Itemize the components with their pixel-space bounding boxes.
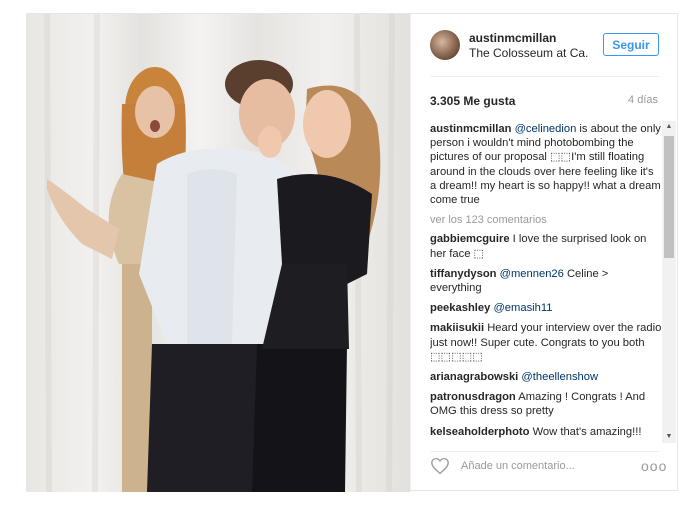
list-item: makiisukii Heard your interview over the… <box>430 321 662 364</box>
comments-list: austinmcmillan @celinedion is about the … <box>430 122 662 438</box>
list-item: kelseaholderphoto Wow that's amazing!!! <box>430 425 662 438</box>
post-location[interactable]: The Colosseum at Ca.. <box>469 46 589 60</box>
follow-button[interactable]: Seguir <box>603 33 659 56</box>
comment-text: Wow that's amazing!!! <box>529 425 642 438</box>
photo-illustration <box>44 14 395 492</box>
comment-username[interactable]: austinmcmillan <box>430 123 511 135</box>
comment-username[interactable]: makiisukii <box>430 322 484 334</box>
caption: austinmcmillan @celinedion is about the … <box>430 122 662 207</box>
view-all-comments-link[interactable]: ver los 123 comentarios <box>430 213 662 227</box>
more-options-icon[interactable]: ooo <box>641 458 667 474</box>
scroll-up-icon[interactable]: ▲ <box>662 121 676 133</box>
list-item: patronusdragon Amazing ! Congrats ! And … <box>430 390 662 418</box>
comment-username[interactable]: patronusdragon <box>430 391 516 403</box>
comment-username[interactable]: arianagrabowski <box>430 371 518 383</box>
comment-mention[interactable]: @emasih11 <box>490 302 552 314</box>
divider <box>430 76 659 77</box>
instagram-post: austinmcmillan The Colosseum at Ca.. Seg… <box>26 13 678 492</box>
list-item: gabbiemcguire I love the surprised look … <box>430 232 662 260</box>
comment-username[interactable]: tiffanydyson <box>430 268 497 280</box>
scroll-down-icon[interactable]: ▼ <box>662 431 676 443</box>
likes-count[interactable]: 3.305 Me gusta <box>430 94 515 108</box>
comment-username[interactable]: kelseaholderphoto <box>430 426 529 438</box>
heart-icon[interactable] <box>430 457 450 475</box>
comment-username[interactable]: peekashley <box>430 302 490 314</box>
comment-text: is about the only person i wouldn't mind… <box>430 123 661 207</box>
list-item: arianagrabowski @theellenshow <box>430 370 662 384</box>
post-author-username[interactable]: austinmcmillan <box>469 31 556 45</box>
post-sidebar: austinmcmillan The Colosseum at Ca.. Seg… <box>410 14 678 490</box>
avatar[interactable] <box>430 30 460 60</box>
post-photo[interactable] <box>27 14 410 492</box>
comment-mention[interactable]: @celinedion <box>515 123 577 135</box>
comment-mention[interactable]: @theellenshow <box>518 371 598 383</box>
list-item: tiffanydyson @mennen26 Celine > everythi… <box>430 267 662 295</box>
list-item: peekashley @emasih11 <box>430 301 662 315</box>
post-time[interactable]: 4 días <box>628 94 658 106</box>
comment-mention[interactable]: @mennen26 <box>497 268 564 280</box>
post-header: austinmcmillan The Colosseum at Ca.. Seg… <box>411 14 679 76</box>
comments-scrollbar[interactable]: ▲ ▼ <box>662 121 676 443</box>
add-comment-input[interactable] <box>461 458 631 474</box>
post-footer: ooo <box>411 444 679 490</box>
comment-username[interactable]: gabbiemcguire <box>430 233 510 245</box>
scrollbar-thumb[interactable] <box>664 136 674 258</box>
